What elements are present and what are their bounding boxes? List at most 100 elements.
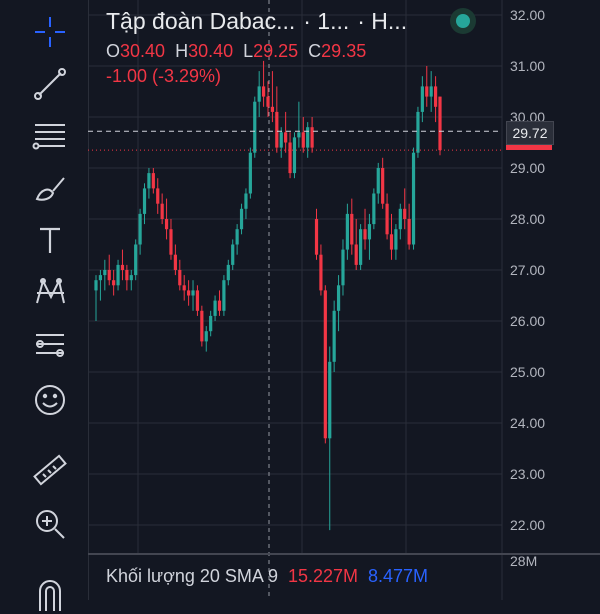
candle-body: [345, 213, 349, 250]
volume-value: 15.227M: [287, 566, 359, 586]
candle-body: [332, 310, 336, 362]
price-chart[interactable]: 32.0031.0030.0029.0028.0027.0026.0025.00…: [88, 0, 600, 600]
candle-body: [411, 152, 416, 245]
candle-body: [125, 270, 129, 281]
candle-body: [323, 290, 327, 439]
candle-body: [270, 106, 275, 112]
candle-body: [275, 111, 279, 148]
candle-body: [328, 361, 332, 439]
candle-body: [398, 208, 402, 230]
candle-body: [116, 264, 120, 286]
candle-body: [394, 229, 398, 250]
price-tick-label: 24.00: [510, 415, 545, 431]
symbol-name[interactable]: Tập đoàn Dabac...: [106, 8, 295, 35]
zoom-in-icon[interactable]: [22, 502, 78, 546]
price-tick-label: 31.00: [510, 58, 545, 74]
candle-body: [147, 173, 151, 189]
candle-body: [213, 300, 217, 316]
low-value: 29.25: [253, 41, 299, 61]
chart-area[interactable]: 32.00 31.00 30.00 29.00 28.00 27.00 26.00 25.00…: [88, 0, 600, 600]
candle-body: [385, 203, 389, 235]
candle-body: [310, 127, 314, 148]
candle-body: [160, 203, 164, 219]
candle-body: [438, 96, 442, 151]
magnet-icon[interactable]: [22, 570, 78, 614]
candle-body: [98, 275, 103, 281]
candle-body: [226, 264, 230, 281]
candle-body: [107, 270, 111, 281]
candle-body: [403, 208, 407, 219]
candle-body: [209, 315, 213, 332]
current-price-tag: 29.72: [506, 121, 554, 145]
exchange-label[interactable]: · H...: [357, 8, 407, 35]
candle-body: [429, 86, 433, 97]
candle-body: [266, 96, 270, 107]
candle-body: [222, 280, 226, 311]
text-icon[interactable]: [22, 218, 78, 262]
candle-body: [319, 254, 323, 291]
market-status-indicator[interactable]: [450, 8, 476, 34]
candle-body: [151, 173, 155, 189]
volume-scale-label: 28M: [510, 553, 537, 569]
trend-line-icon[interactable]: [22, 62, 78, 106]
candle-body: [381, 168, 385, 204]
low-label: L: [243, 41, 254, 61]
candle-body: [407, 219, 411, 245]
candle-body: [354, 244, 358, 265]
pattern-icon[interactable]: [22, 270, 78, 314]
open-value: 30.40: [120, 41, 166, 61]
status-dot-icon: [456, 14, 470, 28]
price-tick-label: 32.00: [510, 7, 545, 23]
volume-sma-value: 8.477M: [368, 566, 429, 586]
candle-body: [389, 234, 394, 250]
candle-body: [416, 111, 420, 153]
candle-body: [204, 331, 208, 342]
volume-label: Khối lượng 20 SMA 9: [106, 566, 278, 586]
candle-body: [284, 132, 288, 143]
fib-retracement-icon[interactable]: [22, 114, 78, 158]
candle-body: [314, 219, 319, 255]
close-label: C: [308, 41, 322, 61]
crosshair-icon[interactable]: [22, 10, 78, 54]
candle-body: [138, 213, 142, 245]
candle-body: [173, 254, 177, 270]
candle-body: [367, 224, 372, 240]
price-tick-label: 22.00: [510, 517, 545, 533]
candle-body: [244, 193, 248, 209]
candle-body: [425, 86, 429, 97]
price-tick-label: 25.00: [510, 364, 545, 380]
candle-body: [341, 249, 345, 286]
brush-icon[interactable]: [22, 166, 78, 210]
candle-body: [372, 193, 376, 225]
candle-body: [433, 86, 438, 107]
candle-body: [306, 127, 310, 148]
candle-body: [248, 152, 252, 194]
candle-body: [297, 132, 301, 138]
candle-body: [178, 270, 182, 286]
high-value: 30.40: [188, 41, 234, 61]
candle-body: [231, 244, 235, 265]
emoji-icon[interactable]: [22, 378, 78, 422]
candle-body: [164, 219, 169, 230]
candle-body: [217, 300, 222, 311]
candle-body: [261, 86, 266, 97]
candle-body: [350, 213, 354, 245]
candle-body: [200, 310, 204, 342]
symbol-title-row[interactable]: Tập đoàn Dabac... · 1... · H...: [106, 8, 486, 35]
candle-body: [359, 229, 363, 265]
high-label: H: [175, 41, 189, 61]
price-tick-label: 23.00: [510, 466, 545, 482]
candle-body: [257, 86, 261, 102]
prediction-icon[interactable]: [22, 322, 78, 366]
ruler-icon[interactable]: [22, 448, 78, 492]
candle-body: [120, 264, 125, 270]
price-tick-label: 28.00: [510, 211, 545, 227]
candle-body: [182, 285, 186, 291]
candle-body: [235, 229, 239, 245]
candle-body: [103, 270, 107, 276]
candle-body: [363, 229, 367, 240]
candle-body: [187, 290, 191, 296]
interval-label[interactable]: · 1...: [303, 8, 349, 35]
candle-body: [420, 86, 424, 112]
volume-legend[interactable]: Khối lượng 20 SMA 9 15.227M 8.477M: [106, 566, 428, 587]
